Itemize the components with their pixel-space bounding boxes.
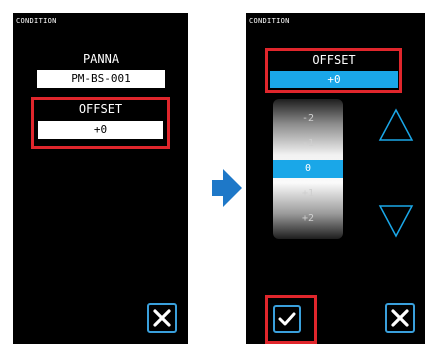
condition-screen-after: CONDITION OFFSET +0 -2 -1 0 +1 +2 — [246, 13, 425, 344]
offset-value-field[interactable]: +0 — [270, 71, 398, 88]
arrow-right-icon — [212, 169, 242, 207]
close-button[interactable] — [385, 303, 415, 333]
panna-value-field[interactable]: PM-BS-001 — [37, 70, 165, 88]
close-button[interactable] — [147, 303, 177, 333]
close-icon — [153, 309, 171, 327]
value-drum-picker[interactable]: -2 -1 0 +1 +2 — [273, 99, 343, 239]
close-icon — [391, 309, 409, 327]
confirm-button[interactable] — [273, 305, 301, 333]
drum-item[interactable]: -2 — [273, 110, 343, 128]
condition-screen-before: CONDITION PANNA PM-BS-001 OFFSET +0 — [13, 13, 188, 344]
offset-label: OFFSET — [312, 53, 356, 67]
drum-item-selected[interactable]: 0 — [273, 160, 343, 178]
triangle-up-icon[interactable] — [378, 107, 414, 143]
offset-value-field[interactable]: +0 — [38, 121, 163, 139]
panna-label: PANNA — [82, 52, 120, 66]
drum-item[interactable]: +2 — [273, 210, 343, 228]
triangle-down-icon[interactable] — [378, 203, 414, 239]
check-icon — [278, 312, 296, 326]
drum-item[interactable]: -1 — [273, 135, 343, 153]
offset-label: OFFSET — [78, 102, 123, 116]
drum-item[interactable]: +1 — [273, 185, 343, 203]
screen-title: CONDITION — [249, 17, 290, 25]
screen-title: CONDITION — [16, 17, 57, 25]
